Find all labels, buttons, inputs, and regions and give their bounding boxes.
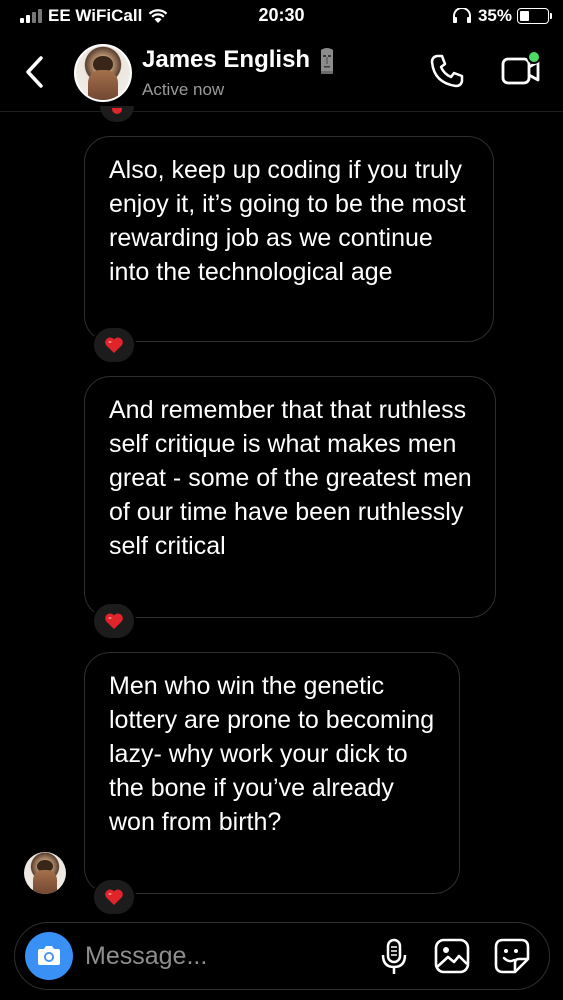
message-reaction[interactable] bbox=[92, 602, 136, 640]
headphones-icon bbox=[452, 8, 471, 23]
camera-button[interactable] bbox=[25, 932, 73, 980]
microphone-icon[interactable] bbox=[379, 937, 409, 977]
message-text: Also, keep up coding if you truly enjoy … bbox=[109, 156, 466, 286]
chat-header: James English Active now bbox=[0, 36, 563, 112]
previous-reaction-partial bbox=[100, 106, 134, 122]
message-bubble[interactable]: And remember that that ruthless self cri… bbox=[84, 376, 496, 618]
phone-icon[interactable] bbox=[428, 52, 466, 90]
contact-name[interactable]: James English bbox=[142, 46, 336, 74]
message-text: Men who win the genetic lottery are pron… bbox=[109, 672, 435, 836]
status-bar: EE WiFiCall 20:30 35% bbox=[0, 0, 563, 36]
heart-icon bbox=[105, 889, 123, 905]
heart-icon bbox=[105, 337, 123, 353]
message-text: And remember that that ruthless self cri… bbox=[109, 396, 472, 560]
contact-name-text: James English bbox=[142, 46, 311, 73]
contact-avatar[interactable] bbox=[74, 44, 132, 102]
heart-icon bbox=[105, 613, 123, 629]
back-chevron-icon[interactable] bbox=[20, 52, 50, 92]
camera-icon bbox=[38, 946, 60, 965]
battery-icon bbox=[517, 8, 552, 24]
message-composer bbox=[14, 922, 550, 990]
gallery-icon[interactable] bbox=[433, 937, 471, 975]
video-call-icon[interactable] bbox=[500, 50, 544, 90]
battery-percent: 35% bbox=[477, 6, 512, 25]
status-right: 35% bbox=[451, 6, 552, 26]
active-status: Active now bbox=[142, 80, 225, 99]
message-input[interactable] bbox=[85, 939, 365, 973]
sender-avatar[interactable] bbox=[24, 852, 66, 894]
message-reaction[interactable] bbox=[92, 878, 136, 916]
message-reaction[interactable] bbox=[92, 326, 136, 364]
moai-icon bbox=[321, 48, 334, 74]
sticker-icon[interactable] bbox=[493, 937, 531, 975]
message-bubble[interactable]: Men who win the genetic lottery are pron… bbox=[84, 652, 460, 894]
message-thread[interactable]: Also, keep up coding if you truly enjoy … bbox=[0, 106, 563, 916]
message-bubble[interactable]: Also, keep up coding if you truly enjoy … bbox=[84, 136, 494, 342]
